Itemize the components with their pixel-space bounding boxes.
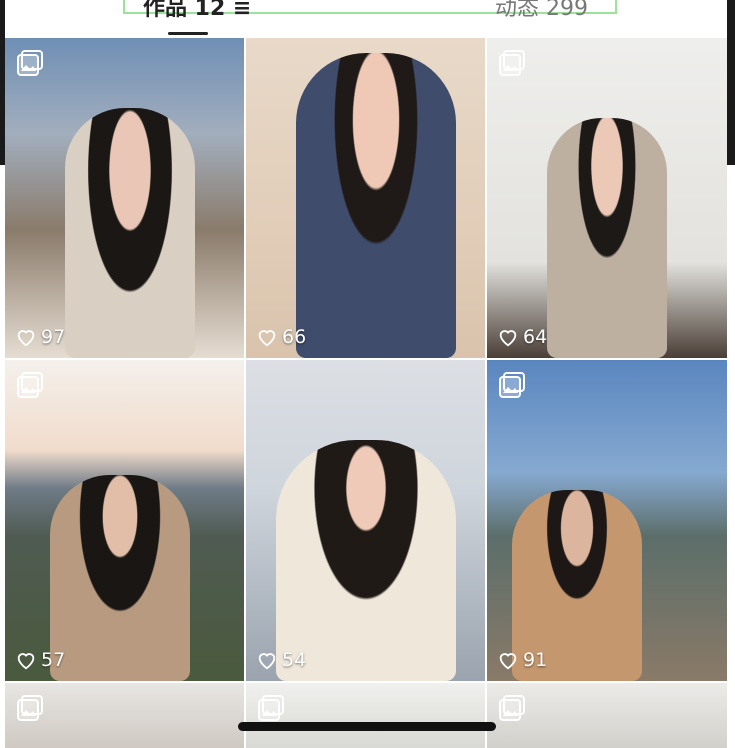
gallery-icon	[499, 50, 525, 76]
gallery-icon	[17, 50, 43, 76]
heart-icon	[17, 330, 35, 347]
photo-subject	[276, 440, 456, 681]
post-tile[interactable]	[487, 683, 727, 748]
tab-works[interactable]: 作品 12 ≡	[143, 0, 251, 22]
photo-subject	[547, 118, 667, 358]
tab-posts[interactable]: 动态 299	[495, 0, 588, 22]
right-edge	[727, 0, 735, 165]
gallery-icon	[17, 695, 43, 721]
post-tile[interactable]: 57	[5, 360, 244, 681]
heart-icon	[258, 653, 276, 670]
heart-icon	[499, 653, 517, 670]
heart-icon	[499, 330, 517, 347]
like-count: 91	[497, 649, 547, 671]
post-tile[interactable]: 64	[487, 38, 727, 358]
photo-subject	[65, 108, 195, 358]
home-indicator[interactable]	[238, 722, 496, 731]
post-tile[interactable]: 54	[246, 360, 485, 681]
gallery-icon	[499, 695, 525, 721]
gallery-icon	[17, 372, 43, 398]
profile-tabs: 作品 12 ≡ 动态 299	[5, 0, 727, 38]
post-tile[interactable]	[246, 683, 485, 748]
gallery-icon	[499, 372, 525, 398]
post-tile[interactable]: 66	[246, 38, 485, 358]
like-count: 66	[256, 326, 306, 348]
heart-icon	[17, 653, 35, 670]
like-count: 97	[15, 326, 65, 348]
post-tile[interactable]: 91	[487, 360, 727, 681]
photo-subject	[50, 475, 190, 681]
like-count: 64	[497, 326, 547, 348]
gallery-icon	[258, 695, 284, 721]
like-count: 57	[15, 649, 65, 671]
post-tile[interactable]: 97	[5, 38, 244, 358]
post-tile[interactable]	[5, 683, 244, 748]
active-tab-indicator	[168, 32, 208, 35]
like-count: 54	[256, 649, 306, 671]
heart-icon	[258, 330, 276, 347]
photo-subject	[296, 53, 456, 358]
